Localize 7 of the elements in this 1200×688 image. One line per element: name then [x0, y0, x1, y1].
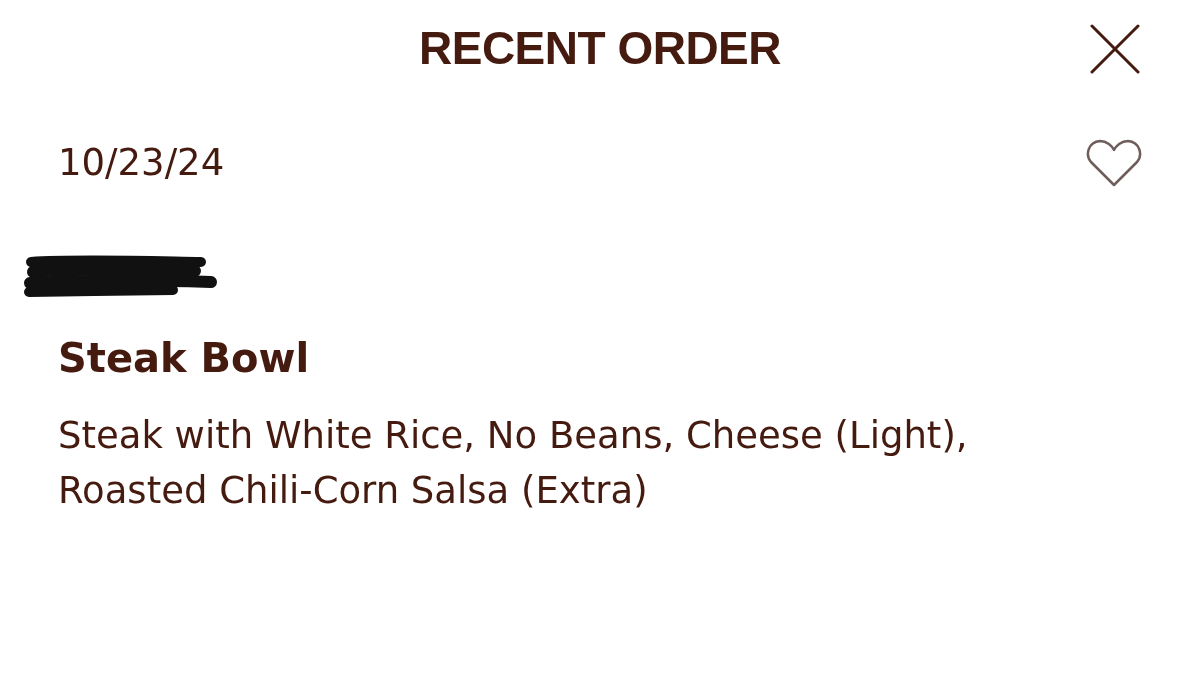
scribble-icon [23, 255, 217, 300]
item-name: Steak Bowl [58, 334, 311, 383]
close-icon[interactable] [1090, 24, 1140, 74]
heart-icon[interactable] [1086, 138, 1142, 188]
page-title: RECENT ORDER [419, 21, 781, 75]
item-description: Steak with White Rice, No Beans, Cheese (Light), Roasted Chili-Corn Salsa (Extra) [58, 413, 969, 514]
order-date: 10/23/24 [58, 141, 225, 185]
